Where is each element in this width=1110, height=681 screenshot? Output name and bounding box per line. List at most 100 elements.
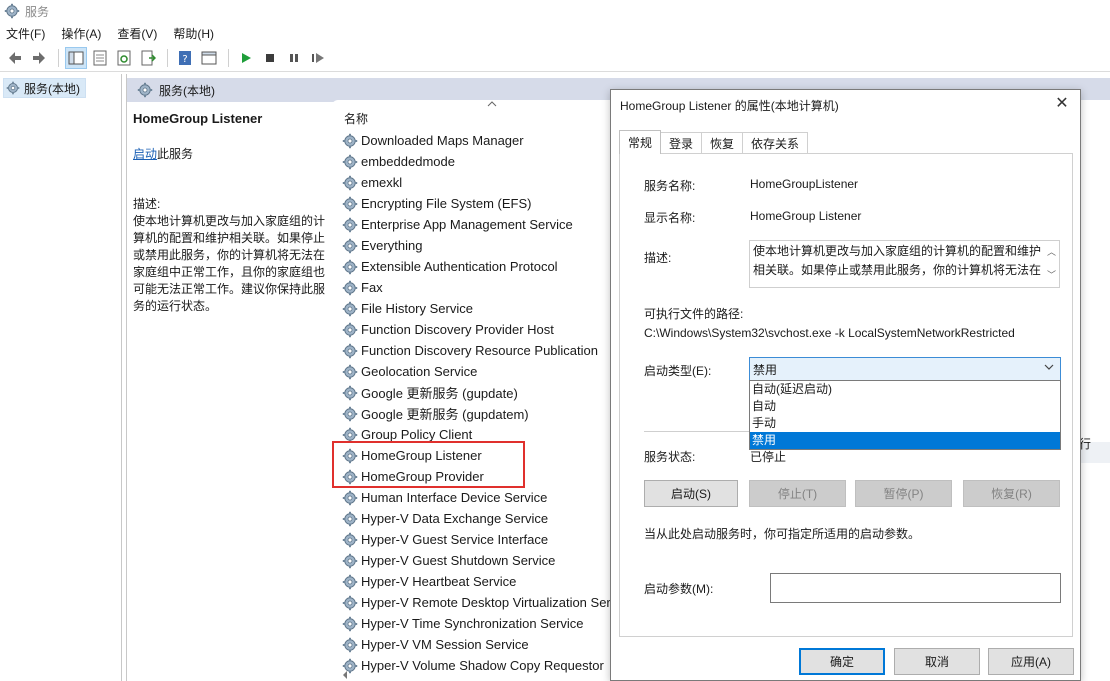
stop-button[interactable]: 停止(T) (749, 480, 846, 507)
dialog-title: HomeGroup Listener 的属性(本地计算机) (620, 99, 839, 113)
service-row[interactable]: Encrypting File System (EFS) (342, 193, 611, 214)
service-gear-icon (342, 153, 358, 170)
service-name: Human Interface Device Service (361, 490, 548, 505)
help-icon[interactable]: ? (174, 47, 196, 69)
description-label: 描述: (644, 251, 672, 265)
window-titlebar: 服务 (0, 0, 1110, 22)
service-name: Function Discovery Provider Host (361, 322, 554, 337)
service-gear-icon (342, 405, 358, 422)
properties-sheet-icon[interactable] (89, 47, 111, 69)
service-row[interactable]: Enterprise App Management Service (342, 214, 611, 235)
column-header-name[interactable]: 名称 (344, 110, 368, 127)
restart-service-icon[interactable] (307, 47, 329, 69)
service-gear-icon (342, 342, 358, 359)
apply-button[interactable]: 应用(A) (988, 648, 1074, 675)
service-gear-icon (342, 489, 358, 506)
service-name: Hyper-V Data Exchange Service (361, 511, 549, 526)
service-gear-icon (342, 216, 358, 233)
start-service-line: 启动此服务 (133, 146, 329, 163)
start-params-label: 启动参数(M): (644, 582, 714, 596)
toolbar-divider (58, 48, 59, 67)
startup-option-manual[interactable]: 手动 (750, 415, 1060, 432)
service-name: emexkl (361, 175, 403, 190)
service-row[interactable]: Extensible Authentication Protocol (342, 256, 611, 277)
stop-service-icon[interactable] (259, 47, 281, 69)
action-pane-icon[interactable] (198, 47, 220, 69)
startup-option-auto-delayed[interactable]: 自动(延迟启动) (750, 381, 1060, 398)
tab-logon[interactable]: 登录 (660, 132, 703, 154)
startup-option-auto[interactable]: 自动 (750, 398, 1060, 415)
service-name: Group Policy Client (361, 427, 473, 442)
tree-item-local-services[interactable]: 服务(本地) (3, 78, 86, 98)
service-gear-icon (342, 615, 358, 632)
menu-file[interactable]: 文件(F) (6, 25, 45, 42)
console-tree-icon[interactable] (65, 46, 87, 69)
service-row[interactable]: File History Service (342, 298, 611, 319)
service-row[interactable]: Downloaded Maps Manager (342, 130, 611, 151)
service-row[interactable]: Hyper-V Data Exchange Service (342, 508, 611, 529)
service-name: File History Service (361, 301, 473, 316)
resume-button[interactable]: 恢复(R) (963, 480, 1060, 507)
ok-button[interactable]: 确定 (799, 648, 885, 675)
service-status-value: 已停止 (750, 450, 787, 464)
service-row[interactable]: Function Discovery Provider Host (342, 319, 611, 340)
service-gear-icon (342, 552, 358, 569)
service-name: Fax (361, 280, 383, 295)
horizontal-scrollbar[interactable] (340, 669, 610, 681)
service-row[interactable]: Google 更新服务 (gupdatem) (342, 403, 611, 424)
start-service-play-icon[interactable] (235, 47, 257, 69)
service-row[interactable]: Hyper-V Guest Service Interface (342, 529, 611, 550)
service-gear-icon (342, 531, 358, 548)
start-params-hint: 当从此处启动服务时，你可指定所适用的启动参数。 (644, 527, 921, 541)
startup-type-select[interactable]: 禁用 (749, 357, 1061, 381)
extended-description-pane: HomeGroup Listener 启动此服务 描述: 使本地计算机更改与加入… (133, 110, 329, 315)
refresh-icon[interactable] (113, 47, 135, 69)
tab-general[interactable]: 常规 (619, 130, 662, 154)
description-scrollbar[interactable]: ︿ ﹀ (1046, 243, 1057, 285)
tab-dependencies[interactable]: 依存关系 (742, 132, 809, 154)
pause-service-icon[interactable] (283, 47, 305, 69)
pane-header-title: 服务(本地) (159, 83, 215, 98)
service-row[interactable]: Geolocation Service (342, 361, 611, 382)
service-gear-icon (342, 321, 358, 338)
service-row[interactable]: embeddedmode (342, 151, 611, 172)
scroll-down-icon[interactable]: ﹀ (1047, 266, 1056, 285)
description-text: 使本地计算机更改与加入家庭组的计算机的配置和维护相关联。如果停止或禁用此服务，你… (133, 214, 326, 313)
pause-button[interactable]: 暂停(P) (855, 480, 952, 507)
menu-help[interactable]: 帮助(H) (173, 25, 214, 42)
service-row[interactable]: Fax (342, 277, 611, 298)
service-name: Encrypting File System (EFS) (361, 196, 532, 211)
service-name-label: 服务名称: (644, 179, 696, 193)
tab-recovery[interactable]: 恢复 (701, 132, 744, 154)
start-params-input[interactable] (770, 573, 1061, 603)
cancel-button[interactable]: 取消 (894, 648, 980, 675)
service-rows: Downloaded Maps Manager embeddedmode emexk… (342, 130, 611, 676)
service-row[interactable]: Hyper-V Guest Shutdown Service (342, 550, 611, 571)
menu-action[interactable]: 操作(A) (61, 25, 101, 42)
service-row[interactable]: Hyper-V Heartbeat Service (342, 571, 611, 592)
service-row[interactable]: Function Discovery Resource Publication (342, 340, 611, 361)
service-status-label: 服务状态: (644, 450, 696, 464)
back-arrow-icon[interactable] (4, 47, 26, 69)
start-button[interactable]: 启动(S) (644, 480, 738, 507)
service-row[interactable]: Human Interface Device Service (342, 487, 611, 508)
startup-type-value: 禁用 (753, 362, 778, 377)
service-row[interactable]: Hyper-V VM Session Service (342, 634, 611, 655)
description-textbox[interactable]: 使本地计算机更改与加入家庭组的计算机的配置和维护相关联。如果停止或禁用此服务，你… (749, 240, 1060, 288)
service-row[interactable]: Hyper-V Remote Desktop Virtualization Se… (342, 592, 611, 613)
close-icon[interactable]: ✕ (1052, 94, 1072, 114)
service-row[interactable]: emexkl (342, 172, 611, 193)
service-name: Hyper-V Guest Service Interface (361, 532, 549, 547)
startup-option-disabled[interactable]: 禁用 (750, 432, 1060, 449)
service-row[interactable]: Hyper-V Time Synchronization Service (342, 613, 611, 634)
service-name: Hyper-V Time Synchronization Service (361, 616, 584, 631)
forward-arrow-icon[interactable] (28, 47, 50, 69)
scroll-up-icon[interactable]: ︿ (1047, 243, 1056, 262)
export-list-icon[interactable] (137, 47, 159, 69)
service-row[interactable]: Google 更新服务 (gupdate) (342, 382, 611, 403)
service-row[interactable]: Everything (342, 235, 611, 256)
service-gear-icon (342, 363, 358, 380)
menu-view[interactable]: 查看(V) (117, 25, 157, 42)
start-service-link[interactable]: 启动 (133, 147, 157, 161)
service-name: Extensible Authentication Protocol (361, 259, 558, 274)
